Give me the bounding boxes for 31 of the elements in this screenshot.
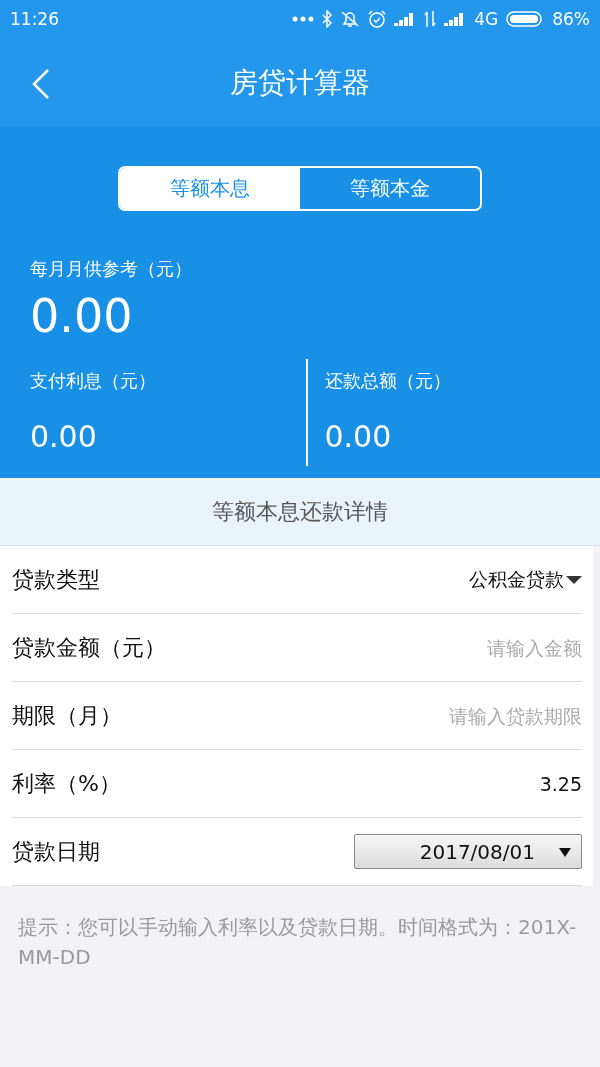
date-picker[interactable]: 2017/08/01 bbox=[354, 834, 582, 869]
caret-icon bbox=[566, 574, 582, 585]
page-title: 房贷计算器 bbox=[230, 64, 370, 101]
more-dots-icon bbox=[292, 16, 315, 22]
field-label: 贷款日期 bbox=[12, 837, 100, 866]
field-label: 利率（%） bbox=[12, 769, 121, 798]
loan-type-dropdown[interactable]: 公积金贷款 bbox=[469, 566, 582, 593]
field-label: 贷款类型 bbox=[12, 565, 100, 594]
muted-bell-icon bbox=[340, 10, 361, 28]
data-arrows-icon bbox=[424, 11, 437, 27]
input-field[interactable]: 请输入金额 bbox=[322, 636, 582, 659]
alarm-clock-icon bbox=[368, 10, 387, 28]
field-label: 期限（月） bbox=[12, 701, 122, 730]
battery-percent: 86% bbox=[552, 9, 590, 29]
stat-label: 还款总额（元） bbox=[324, 369, 452, 393]
stat-value: 0.00 bbox=[30, 419, 98, 454]
field-label: 贷款金额（元） bbox=[12, 633, 166, 662]
stat-value: 0.00 bbox=[324, 419, 393, 454]
clock-time: 11:26 bbox=[10, 9, 59, 29]
network-type: 4G bbox=[474, 9, 499, 29]
bluetooth-icon bbox=[322, 10, 333, 28]
caret-icon bbox=[559, 846, 571, 857]
input-field[interactable]: 3.25 bbox=[322, 772, 582, 795]
hint-text: 提示：您可以手动输入利率以及贷款日期。时间格式为：201X-MM-DD bbox=[17, 914, 578, 971]
stat-label: 支付利息（元） bbox=[30, 369, 157, 393]
input-field[interactable]: 请输入贷款期限 bbox=[322, 704, 582, 727]
monthly-payment-label: 每月月供参考（元） bbox=[30, 257, 193, 281]
battery-icon bbox=[506, 10, 545, 28]
mode-tab[interactable]: 等额本息 bbox=[120, 168, 300, 209]
monthly-payment-value: 0.00 bbox=[30, 289, 134, 343]
section-title: 等额本息还款详情 bbox=[0, 478, 600, 546]
